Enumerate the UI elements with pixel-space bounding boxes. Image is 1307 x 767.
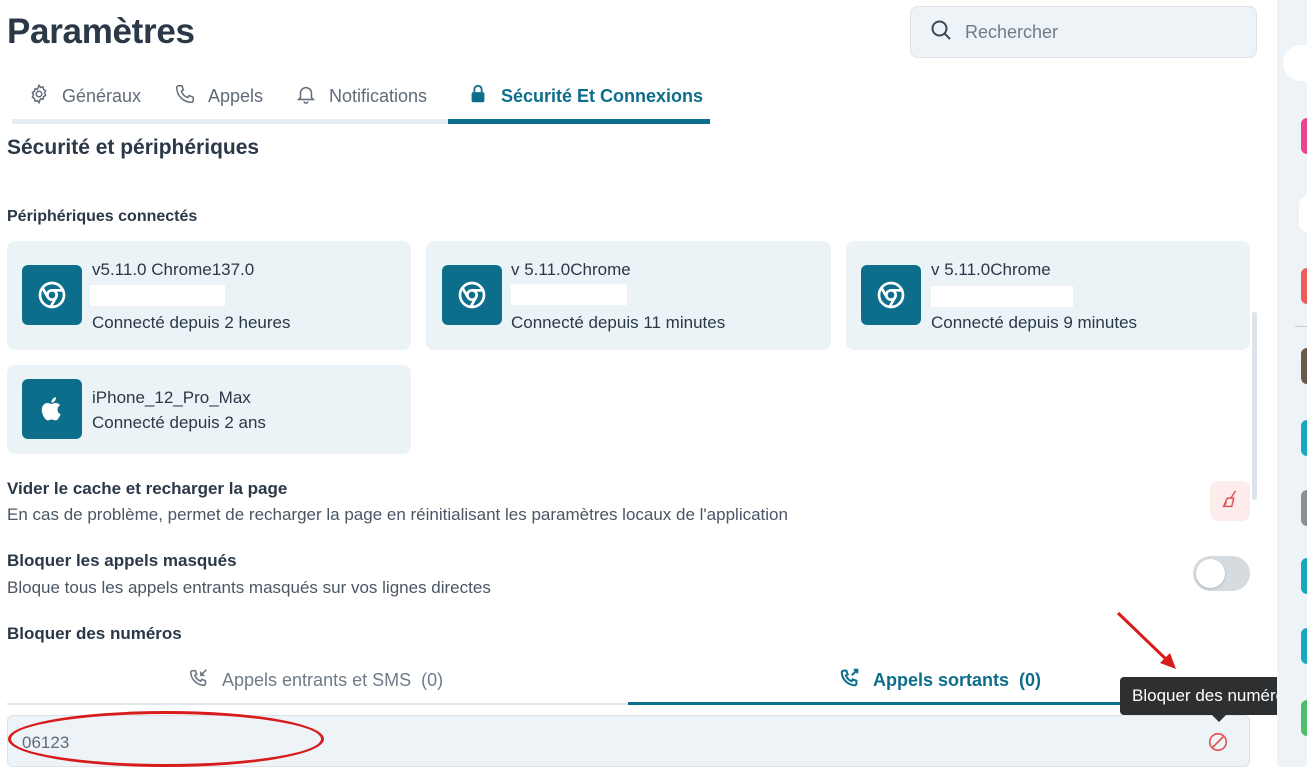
device-name: v 5.11.0Chrome	[931, 260, 1051, 279]
outgoing-call-icon	[839, 667, 873, 694]
block-icon[interactable]	[1207, 731, 1229, 753]
device-connected-since: Connecté depuis 11 minutes	[511, 313, 726, 332]
section-title: Sécurité et périphériques	[7, 136, 260, 159]
search-box[interactable]	[910, 6, 1257, 58]
cache-description: En cas de problème, permet de recharger …	[7, 505, 788, 524]
device-name: v 5.11.0Chrome	[511, 260, 631, 279]
chrome-icon	[442, 265, 502, 325]
block-numbers-title: Bloquer des numéros	[7, 624, 182, 643]
sub-tab-label: Appels sortants	[873, 670, 1010, 690]
annotation-arrow	[1116, 611, 1176, 669]
tab-generaux[interactable]: Généraux	[28, 72, 141, 120]
avatar[interactable]	[1283, 45, 1307, 81]
page-title: Paramètres	[7, 12, 195, 51]
redacted-field	[511, 284, 627, 305]
tab-label: Sécurité Et Connexions	[501, 85, 704, 106]
redacted-field	[931, 286, 1073, 307]
masked-calls-toggle[interactable]	[1193, 556, 1250, 591]
scrollbar-thumb[interactable]	[1252, 312, 1257, 500]
sub-tab-label: Appels entrants et SMS	[222, 670, 412, 690]
incoming-call-icon	[188, 667, 222, 694]
tab-label: Notifications	[329, 85, 428, 106]
cache-title: Vider le cache et recharger la page	[7, 479, 288, 498]
tab-label: Appels	[208, 85, 264, 106]
chrome-icon	[861, 265, 921, 325]
avatar[interactable]	[1301, 268, 1307, 304]
device-name: v5.11.0 Chrome137.0	[92, 260, 255, 279]
device-name: iPhone_12_Pro_Max	[92, 388, 251, 407]
apple-icon	[22, 379, 82, 439]
device-connected-since: Connecté depuis 9 minutes	[931, 313, 1138, 332]
device-card: v5.11.0 Chrome137.0 Connecté depuis 2 he…	[7, 241, 411, 350]
settings-tabs: Généraux Appels Notifications Sécurité E…	[12, 72, 710, 124]
chrome-icon	[22, 265, 82, 325]
tab-securite[interactable]: Sécurité Et Connexions	[467, 72, 703, 120]
avatar[interactable]	[1301, 490, 1307, 526]
lock-icon	[467, 83, 501, 110]
search-input[interactable]	[965, 21, 1245, 43]
tooltip-arrow	[1211, 714, 1227, 722]
tab-label: Généraux	[62, 85, 142, 106]
sub-tab-count: (0)	[421, 670, 444, 690]
device-connected-since: Connecté depuis 2 ans	[92, 413, 266, 432]
avatar[interactable]	[1299, 196, 1307, 232]
gear-icon	[28, 83, 62, 110]
right-rail	[1277, 0, 1307, 767]
avatar[interactable]	[1301, 420, 1307, 456]
masked-calls-title: Bloquer les appels masqués	[7, 551, 237, 570]
avatar[interactable]	[1301, 558, 1307, 594]
device-card: v 5.11.0Chrome Connecté depuis 11 minute…	[426, 241, 831, 350]
tab-appels[interactable]: Appels	[174, 72, 263, 120]
tab-incoming-calls-sms[interactable]: Appels entrants et SMS (0)	[188, 667, 443, 694]
toggle-knob	[1196, 559, 1225, 588]
device-card: v 5.11.0Chrome Connecté depuis 9 minutes	[846, 241, 1250, 350]
blocked-number-value[interactable]: 06123	[22, 733, 69, 753]
divider	[1295, 326, 1307, 327]
tooltip-text: Bloquer des numéros	[1132, 686, 1294, 705]
avatar[interactable]	[1301, 628, 1307, 664]
device-card: iPhone_12_Pro_Max Connecté depuis 2 ans	[7, 365, 411, 454]
avatar[interactable]	[1301, 118, 1307, 154]
clear-cache-button[interactable]	[1210, 481, 1250, 521]
tab-outgoing-calls[interactable]: Appels sortants (0)	[839, 667, 1041, 694]
redacted-field	[90, 285, 225, 306]
blocked-number-row[interactable]: 06123	[7, 715, 1250, 767]
device-connected-since: Connecté depuis 2 heures	[92, 313, 291, 332]
phone-icon	[174, 83, 208, 110]
avatar[interactable]	[1301, 348, 1307, 384]
masked-calls-description: Bloque tous les appels entrants masqués …	[7, 578, 491, 597]
devices-title: Périphériques connectés	[7, 208, 198, 225]
bell-icon	[295, 83, 329, 110]
tab-notifications[interactable]: Notifications	[295, 72, 427, 120]
sub-tab-count: (0)	[1019, 670, 1042, 690]
broom-icon	[1219, 488, 1241, 515]
avatar[interactable]	[1301, 700, 1307, 736]
search-icon	[929, 18, 953, 47]
